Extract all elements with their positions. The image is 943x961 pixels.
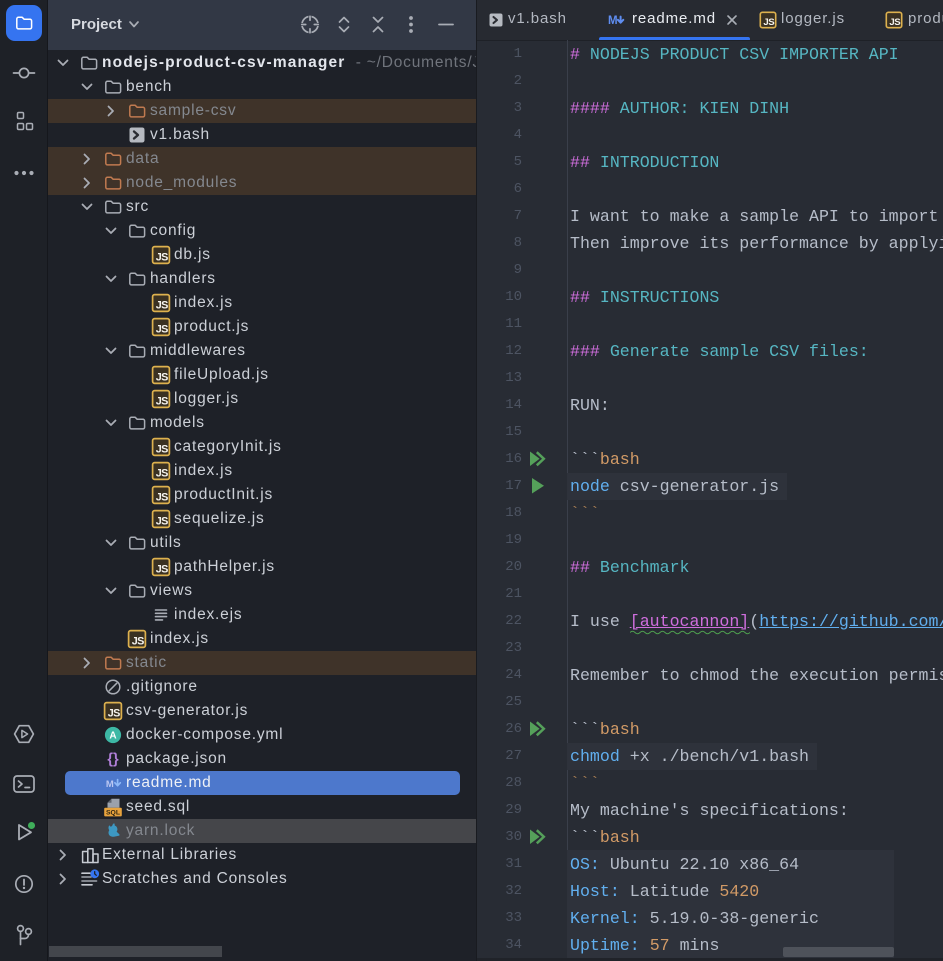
svg-text:JS: JS [156,396,168,408]
svg-text:JS: JS [132,636,144,648]
svg-text:JS: JS [156,516,168,528]
svg-text:JS: JS [156,324,168,336]
svg-text:M: M [608,15,618,27]
svg-text:JS: JS [156,252,168,264]
svg-text:JS: JS [156,492,168,504]
svg-text:JS: JS [156,300,168,312]
svg-text:{}: {} [107,752,119,768]
svg-text:JS: JS [763,17,775,28]
svg-text:JS: JS [889,17,901,28]
svg-text:JS: JS [156,444,168,456]
svg-text:JS: JS [156,372,168,384]
svg-text:SQL: SQL [106,810,120,817]
svg-text:M: M [106,779,114,790]
svg-text:JS: JS [108,708,120,720]
svg-text:A: A [109,731,116,742]
svg-text:JS: JS [156,564,168,576]
svg-text:JS: JS [156,468,168,480]
